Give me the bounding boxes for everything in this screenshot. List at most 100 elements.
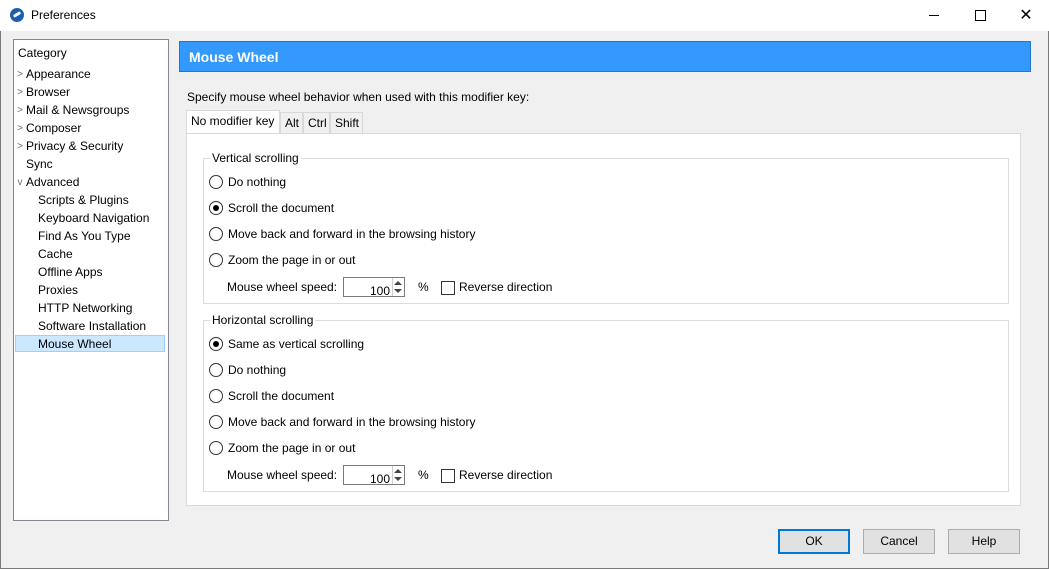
radio-button-checked[interactable] <box>209 201 223 215</box>
page-title: Mouse Wheel <box>189 49 279 65</box>
sidebar-item-software-installation[interactable]: Software Installation <box>38 318 146 335</box>
vertical-scrolling-group: Vertical scrolling Do nothing Scroll the… <box>203 151 1009 304</box>
option-label: Do nothing <box>228 363 287 377</box>
radio-button[interactable] <box>209 253 223 267</box>
percent-unit: % <box>418 468 429 482</box>
radio-button[interactable] <box>209 175 223 189</box>
radio-button[interactable] <box>209 415 223 429</box>
tab-panel: Vertical scrolling Do nothing Scroll the… <box>186 133 1021 506</box>
sidebar-item-label: Software Installation <box>38 319 147 333</box>
horizontal-option-same-as-vertical[interactable]: Same as vertical scrolling <box>209 335 365 353</box>
reverse-direction-label[interactable]: Reverse direction <box>459 276 552 298</box>
option-label: Zoom the page in or out <box>228 441 356 455</box>
maximize-button[interactable] <box>957 0 1003 31</box>
close-button[interactable]: ✕ <box>1003 0 1049 31</box>
sidebar-item-find-as-you-type[interactable]: Find As You Type <box>38 228 131 245</box>
option-label: Scroll the document <box>228 389 335 403</box>
chevron-right-icon[interactable]: > <box>14 84 26 101</box>
cancel-button[interactable]: Cancel <box>863 529 935 554</box>
arrow-down-icon[interactable] <box>394 477 402 481</box>
modifier-description: Specify mouse wheel behavior when used w… <box>187 90 530 104</box>
sidebar-item-offline-apps[interactable]: Offline Apps <box>38 264 103 281</box>
help-button[interactable]: Help <box>948 529 1020 554</box>
sidebar-item-label: Appearance <box>26 67 91 81</box>
option-label: Scroll the document <box>228 201 335 215</box>
vertical-option-zoom[interactable]: Zoom the page in or out <box>209 251 356 269</box>
horizontal-scrolling-title: Horizontal scrolling <box>210 313 316 327</box>
tab-alt[interactable]: Alt <box>280 112 303 133</box>
sidebar-item-appearance[interactable]: > Appearance <box>17 66 91 83</box>
option-label: Do nothing <box>228 175 287 189</box>
sidebar-item-mail-newsgroups[interactable]: > Mail & Newsgroups <box>17 102 130 119</box>
sidebar-item-label: Composer <box>26 121 82 135</box>
vertical-option-scroll-document[interactable]: Scroll the document <box>209 199 335 217</box>
window-title: Preferences <box>31 8 96 22</box>
radio-button[interactable] <box>209 441 223 455</box>
chevron-right-icon[interactable]: > <box>14 138 26 155</box>
percent-unit: % <box>418 280 429 294</box>
radio-button-checked[interactable] <box>209 337 223 351</box>
sidebar-item-label: Find As You Type <box>38 229 131 243</box>
chevron-down-icon[interactable]: v <box>14 174 26 191</box>
arrow-up-icon[interactable] <box>394 469 402 473</box>
sidebar-item-http-networking[interactable]: HTTP Networking <box>38 300 132 317</box>
radio-button[interactable] <box>209 227 223 241</box>
sidebar-item-label: Mouse Wheel <box>38 337 112 351</box>
speed-value[interactable]: 100 <box>370 468 390 490</box>
tab-no-modifier-key[interactable]: No modifier key <box>186 110 280 134</box>
chevron-right-icon[interactable]: > <box>14 66 26 83</box>
sidebar-item-mouse-wheel[interactable]: Mouse Wheel <box>15 335 165 352</box>
tab-shift[interactable]: Shift <box>330 112 363 133</box>
ok-button[interactable]: OK <box>778 529 850 554</box>
speed-value[interactable]: 100 <box>370 280 390 302</box>
horizontal-option-history[interactable]: Move back and forward in the browsing hi… <box>209 413 475 431</box>
option-label: Same as vertical scrolling <box>228 337 365 351</box>
title-bar: Preferences ✕ <box>0 0 1049 31</box>
option-label: Move back and forward in the browsing hi… <box>228 227 476 241</box>
horizontal-option-scroll-document[interactable]: Scroll the document <box>209 387 335 405</box>
sidebar-item-composer[interactable]: > Composer <box>17 120 82 137</box>
sidebar-item-label: Keyboard Navigation <box>38 211 150 225</box>
sidebar-item-label: Offline Apps <box>38 265 103 279</box>
sidebar-item-label: Sync <box>26 157 53 171</box>
tab-ctrl[interactable]: Ctrl <box>303 112 330 133</box>
sidebar-item-scripts-plugins[interactable]: Scripts & Plugins <box>38 192 129 209</box>
vertical-option-history[interactable]: Move back and forward in the browsing hi… <box>209 225 476 243</box>
category-tree[interactable]: Category > Appearance > Browser > Mail &… <box>13 39 169 521</box>
sidebar-item-privacy-security[interactable]: > Privacy & Security <box>17 138 124 155</box>
minimize-button[interactable] <box>911 0 957 31</box>
sidebar-item-keyboard-navigation[interactable]: Keyboard Navigation <box>38 210 149 227</box>
vertical-speed-stepper[interactable]: 100 <box>343 277 405 298</box>
horizontal-scrolling-group: Horizontal scrolling Same as vertical sc… <box>203 313 1009 492</box>
horizontal-speed-stepper[interactable]: 100 <box>343 465 405 486</box>
speed-label: Mouse wheel speed: <box>227 468 338 482</box>
sidebar-item-cache[interactable]: Cache <box>38 246 73 263</box>
sidebar-item-proxies[interactable]: Proxies <box>38 282 78 299</box>
category-heading: Category <box>18 46 67 60</box>
reverse-direction-label[interactable]: Reverse direction <box>459 464 552 486</box>
spin-buttons[interactable] <box>392 466 404 484</box>
sidebar-item-browser[interactable]: > Browser <box>17 84 70 101</box>
arrow-down-icon[interactable] <box>394 289 402 293</box>
sidebar-item-label: Cache <box>38 247 73 261</box>
sidebar-item-advanced[interactable]: v Advanced <box>18 174 80 191</box>
chevron-right-icon[interactable]: > <box>14 102 26 119</box>
vertical-scrolling-title: Vertical scrolling <box>210 151 301 165</box>
horizontal-option-do-nothing[interactable]: Do nothing <box>209 361 287 379</box>
sidebar-item-label: Mail & Newsgroups <box>26 103 130 117</box>
horizontal-option-zoom[interactable]: Zoom the page in or out <box>209 439 356 457</box>
sidebar-item-label: HTTP Networking <box>38 301 133 315</box>
sidebar-item-label: Privacy & Security <box>26 139 124 153</box>
sidebar-item-sync[interactable]: Sync <box>26 156 53 173</box>
vertical-reverse-checkbox[interactable] <box>441 281 455 295</box>
spin-buttons[interactable] <box>392 278 404 296</box>
arrow-up-icon[interactable] <box>394 281 402 285</box>
vertical-option-do-nothing[interactable]: Do nothing <box>209 173 287 191</box>
horizontal-reverse-checkbox[interactable] <box>441 469 455 483</box>
radio-button[interactable] <box>209 389 223 403</box>
radio-button[interactable] <box>209 363 223 377</box>
chevron-right-icon[interactable]: > <box>14 120 26 137</box>
sidebar-item-label: Scripts & Plugins <box>38 193 129 207</box>
option-label: Zoom the page in or out <box>228 253 356 267</box>
sidebar-item-label: Proxies <box>38 283 79 297</box>
